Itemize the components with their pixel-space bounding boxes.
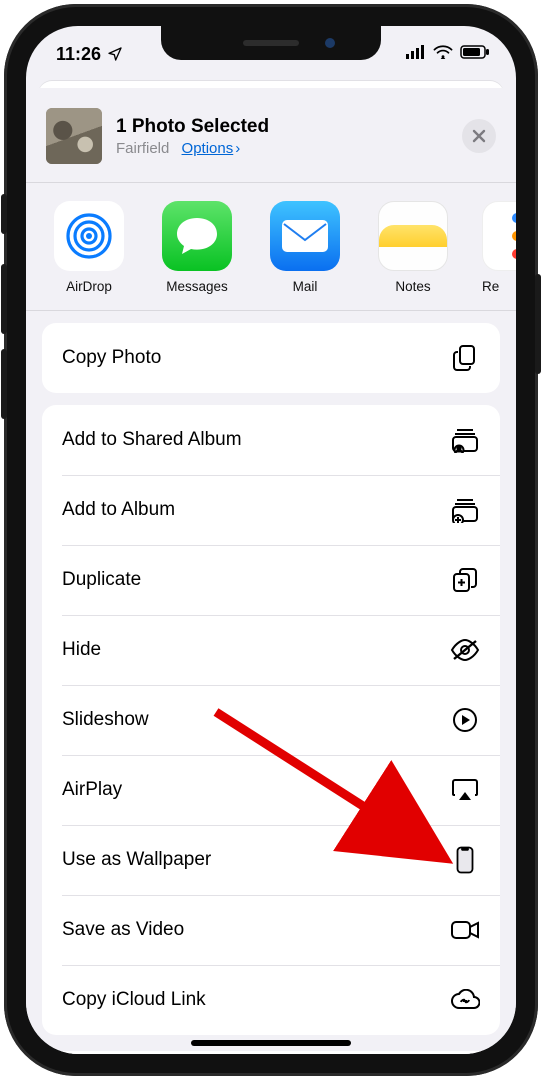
action-group-tertiary: Create Watch Face bbox=[42, 1051, 500, 1054]
photo-thumbnail[interactable] bbox=[46, 108, 102, 164]
action-hide[interactable]: Hide bbox=[42, 615, 500, 685]
home-indicator[interactable] bbox=[191, 1040, 351, 1046]
action-create-watch-face[interactable]: Create Watch Face bbox=[42, 1051, 500, 1054]
share-title: 1 Photo Selected bbox=[116, 116, 269, 138]
app-label: AirDrop bbox=[50, 279, 128, 294]
app-label: Re bbox=[482, 279, 512, 294]
status-time: 11:26 bbox=[56, 44, 101, 65]
battery-icon bbox=[460, 45, 490, 64]
action-label: Copy iCloud Link bbox=[62, 989, 206, 1011]
play-circle-icon bbox=[450, 705, 480, 735]
app-label: Mail bbox=[266, 279, 344, 294]
add-album-icon bbox=[450, 495, 480, 525]
action-copy-icloud-link[interactable]: Copy iCloud Link bbox=[42, 965, 500, 1035]
app-label: Messages bbox=[158, 279, 236, 294]
share-app-messages[interactable]: Messages bbox=[158, 201, 236, 294]
action-label: Use as Wallpaper bbox=[62, 849, 211, 871]
close-button[interactable] bbox=[462, 119, 496, 153]
volume-down bbox=[1, 349, 7, 419]
options-link[interactable]: Options bbox=[182, 140, 234, 157]
action-label: Add to Album bbox=[62, 499, 175, 521]
action-slideshow[interactable]: Slideshow bbox=[42, 685, 500, 755]
action-duplicate[interactable]: Duplicate bbox=[42, 545, 500, 615]
action-label: Copy Photo bbox=[62, 347, 161, 369]
airplay-icon bbox=[450, 775, 480, 805]
actions-scroll[interactable]: Copy Photo Add to Shared Album bbox=[26, 311, 516, 1054]
duplicate-icon bbox=[450, 565, 480, 595]
action-add-album[interactable]: Add to Album bbox=[42, 475, 500, 545]
share-sheet: 1 Photo Selected Fairfield Options› bbox=[26, 88, 516, 1054]
notch bbox=[161, 26, 381, 60]
reminders-icon bbox=[482, 201, 516, 271]
chevron-right-icon: › bbox=[235, 140, 240, 157]
copy-icon bbox=[450, 343, 480, 373]
location-icon bbox=[107, 46, 123, 62]
share-app-mail[interactable]: Mail bbox=[266, 201, 344, 294]
cell-signal-icon bbox=[406, 45, 426, 64]
cloud-link-icon bbox=[450, 985, 480, 1015]
screen: 11:26 bbox=[26, 26, 516, 1054]
share-header: 1 Photo Selected Fairfield Options› bbox=[26, 88, 516, 182]
action-copy-photo[interactable]: Copy Photo bbox=[42, 323, 500, 393]
airdrop-icon bbox=[54, 201, 124, 271]
action-use-as-wallpaper[interactable]: Use as Wallpaper bbox=[42, 825, 500, 895]
share-app-airdrop[interactable]: AirDrop bbox=[50, 201, 128, 294]
power-button bbox=[535, 274, 541, 374]
share-location: Fairfield bbox=[116, 140, 169, 157]
notes-icon bbox=[378, 201, 448, 271]
volume-up bbox=[1, 264, 7, 334]
share-app-reminders[interactable]: Re bbox=[482, 201, 512, 294]
mail-icon bbox=[270, 201, 340, 271]
action-label: Add to Shared Album bbox=[62, 429, 242, 451]
action-group-secondary: Add to Shared Album Add to Album Duplica… bbox=[42, 405, 500, 1035]
action-label: Save as Video bbox=[62, 919, 184, 941]
action-label: Duplicate bbox=[62, 569, 141, 591]
action-label: Slideshow bbox=[62, 709, 149, 731]
action-add-shared-album[interactable]: Add to Shared Album bbox=[42, 405, 500, 475]
ringer-switch bbox=[1, 194, 7, 234]
shared-album-icon bbox=[450, 425, 480, 455]
share-app-notes[interactable]: Notes bbox=[374, 201, 452, 294]
phone-icon bbox=[450, 845, 480, 875]
action-label: Hide bbox=[62, 639, 101, 661]
video-icon bbox=[450, 915, 480, 945]
action-airplay[interactable]: AirPlay bbox=[42, 755, 500, 825]
action-save-as-video[interactable]: Save as Video bbox=[42, 895, 500, 965]
share-apps-row[interactable]: AirDrop Messages Mail Notes bbox=[26, 183, 516, 310]
phone-frame: 11:26 bbox=[4, 4, 538, 1076]
messages-icon bbox=[162, 201, 232, 271]
action-group-primary: Copy Photo bbox=[42, 323, 500, 393]
hide-icon bbox=[450, 635, 480, 665]
action-label: AirPlay bbox=[62, 779, 122, 801]
app-label: Notes bbox=[374, 279, 452, 294]
wifi-icon bbox=[433, 45, 453, 64]
